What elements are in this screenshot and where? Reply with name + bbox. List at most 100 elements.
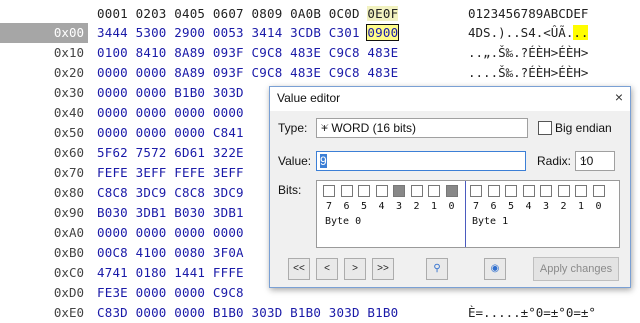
bit-checkbox[interactable]	[375, 185, 388, 197]
row-bytes[interactable]: 0000 0000 B1B0 303D	[97, 83, 244, 103]
bit-checkbox[interactable]	[575, 185, 587, 197]
row-bytes[interactable]: FE3E 0000 0000 C9C8	[97, 283, 244, 303]
bit-number: 1	[578, 201, 585, 212]
row-offset: 0xD0	[53, 285, 84, 300]
row-bytes[interactable]: C8C8 3DC9 C8C8 3DC9	[97, 183, 244, 203]
current-word[interactable]: 0900	[366, 24, 400, 41]
bit-checkbox[interactable]	[505, 185, 517, 197]
row-offset: 0x20	[53, 65, 84, 80]
row-bytes[interactable]: 0000 0000 0000 0000	[97, 223, 244, 243]
row-bytes[interactable]: FEFE 3EFF FEFE 3EFF	[97, 163, 244, 183]
row-ascii[interactable]: 4DS.)..S4.<ÛÃ...	[468, 23, 589, 43]
byte-values[interactable]: 0000 0000 0000 0000	[97, 105, 244, 120]
bit-checkbox[interactable]	[445, 185, 458, 197]
type-select[interactable]: + WORD (16 bits) ⌵	[316, 118, 528, 138]
row-offset: 0x40	[53, 105, 84, 120]
value-text: 9	[320, 154, 327, 168]
row-bytes[interactable]: 0000 0000 0000 C841	[97, 123, 244, 143]
bit-checkbox[interactable]	[487, 185, 500, 197]
row-bytes[interactable]: 0100 8410 8A89 093F C9C8 483E C9C8 483E	[97, 43, 398, 63]
row-bytes[interactable]: B030 3DB1 B030 3DB1	[97, 203, 244, 223]
bit-number: 6	[343, 201, 350, 212]
bit-checkbox[interactable]	[358, 185, 370, 197]
ascii-text[interactable]: ..„.Š‰.?ÉÈH>ÉÈH>	[468, 45, 588, 60]
row-bytes[interactable]: 0000 0000 0000 0000	[97, 103, 244, 123]
bit-number: 3	[543, 201, 550, 212]
ascii-highlight[interactable]: ..	[573, 25, 589, 40]
byte-values[interactable]: 00C8 4100 0080 3F0A	[97, 245, 244, 260]
row-offset: 0xA0	[53, 225, 84, 240]
search-button[interactable]: ⚲	[426, 258, 448, 280]
big-endian-label: Big endian	[555, 121, 612, 135]
byte-values[interactable]: 4741 0180 1441 FFFE	[97, 265, 244, 280]
bits-panel: 7654321076543210 Byte 0 Byte 1	[316, 180, 620, 248]
byte-values[interactable]: 0000 0000 8A89 093F C9C8 483E C9C8 483E	[97, 65, 398, 80]
byte-values[interactable]: 0100 8410 8A89 093F C9C8 483E C9C8 483E	[97, 45, 398, 60]
row-bytes[interactable]: C83D 0000 0000 B1B0 303D B1B0 303D B1B0	[97, 303, 398, 323]
byte-values[interactable]: 5F62 7572 6D61 322E	[97, 145, 244, 160]
byte-values[interactable]: C8C8 3DC9 C8C8 3DC9	[97, 185, 244, 200]
bit-checkbox[interactable]	[592, 185, 605, 197]
bit-number: 7	[326, 201, 333, 212]
apply-changes-button[interactable]: Apply changes	[533, 257, 619, 281]
bit-checkbox[interactable]	[340, 185, 353, 197]
bits-label: Bits:	[278, 183, 302, 197]
ascii-text[interactable]: È=.....±°0=±°0=±°	[468, 305, 596, 320]
bit-checkbox[interactable]	[323, 185, 335, 197]
bit-number: 4	[378, 201, 385, 212]
bit-checkbox[interactable]	[557, 185, 570, 197]
byte-values[interactable]: 0000 0000 0000 0000	[97, 225, 244, 240]
row-ascii[interactable]: È=.....±°0=±°0=±°	[468, 303, 596, 323]
byte-values[interactable]: FEFE 3EFF FEFE 3EFF	[97, 165, 244, 180]
row-offset: 0x70	[53, 165, 84, 180]
radix-select[interactable]: 10 ⌵	[575, 151, 615, 171]
bit-checkbox[interactable]	[540, 185, 552, 197]
byte-values[interactable]: C83D 0000 0000 B1B0 303D B1B0 303D B1B0	[97, 305, 398, 320]
byte1-label: Byte 1	[472, 216, 509, 227]
bit-checkbox[interactable]	[522, 185, 535, 197]
byte-values[interactable]: 0000 0000 B1B0 303D	[97, 85, 244, 100]
bit-checkbox[interactable]	[428, 185, 440, 197]
ascii-text[interactable]: 4DS.)..S4.<ÛÃ.	[468, 25, 573, 40]
last-button[interactable]: >>	[372, 258, 394, 280]
row-offset: 0x30	[53, 85, 84, 100]
byte-values[interactable]: 3444 5300 2900 0053 3414 3CDB C301	[97, 25, 367, 40]
hex-row[interactable]: 0x20 0000 0000 8A89 093F C9C8 483E C9C8 4…	[0, 63, 640, 83]
hex-row[interactable]: 0xE0 C83D 0000 0000 B1B0 303D B1B0 303D B…	[0, 303, 640, 323]
byte-values[interactable]: 0000 0000 0000 C841	[97, 125, 244, 140]
row-bytes[interactable]: 3444 5300 2900 0053 3414 3CDB C301 0900	[97, 23, 400, 43]
row-ascii[interactable]: ..„.Š‰.?ÉÈH>ÉÈH>	[468, 43, 588, 63]
first-button[interactable]: <<	[288, 258, 310, 280]
bit-number: 2	[413, 201, 420, 212]
bit-checkbox[interactable]	[410, 185, 423, 197]
close-icon[interactable]: ×	[612, 90, 626, 105]
hex-row[interactable]: 0x10 0100 8410 8A89 093F C9C8 483E C9C8 4…	[0, 43, 640, 63]
bit-checkbox[interactable]	[470, 185, 482, 197]
row-bytes[interactable]: 0000 0000 8A89 093F C9C8 483E C9C8 483E	[97, 63, 398, 83]
row-offset: 0x80	[53, 185, 84, 200]
row-offset: 0x00	[0, 23, 88, 43]
dialog-titlebar: Value editor ×	[270, 87, 630, 111]
bit-checkbox[interactable]	[393, 185, 405, 197]
byte-values[interactable]: B030 3DB1 B030 3DB1	[97, 205, 244, 220]
byte-values[interactable]: FE3E 0000 0000 C9C8	[97, 285, 244, 300]
hex-row[interactable]: 0x00 3444 5300 2900 0053 3414 3CDB C301 0…	[0, 23, 640, 43]
bit-number: 6	[490, 201, 497, 212]
row-ascii[interactable]: ....Š‰.?ÉÈH>ÉÈH>	[468, 63, 588, 83]
row-offset: 0x90	[53, 205, 84, 220]
prev-button[interactable]: <	[316, 258, 338, 280]
bit-number: 1	[431, 201, 438, 212]
help-button[interactable]: ◉	[484, 258, 506, 280]
value-input[interactable]: 9	[316, 151, 526, 171]
row-bytes[interactable]: 4741 0180 1441 FFFE	[97, 263, 244, 283]
byte-divider	[465, 181, 466, 247]
row-bytes[interactable]: 00C8 4100 0080 3F0A	[97, 243, 244, 263]
bit-number: 3	[396, 201, 403, 212]
row-offset: 0x10	[53, 45, 84, 60]
row-bytes[interactable]: 5F62 7572 6D61 322E	[97, 143, 244, 163]
value-editor-dialog: Value editor × Type: + WORD (16 bits) ⌵ …	[269, 86, 631, 288]
ascii-text[interactable]: ....Š‰.?ÉÈH>ÉÈH>	[468, 65, 588, 80]
bit-number: 0	[595, 201, 602, 212]
big-endian-checkbox[interactable]	[538, 121, 552, 135]
next-button[interactable]: >	[344, 258, 366, 280]
